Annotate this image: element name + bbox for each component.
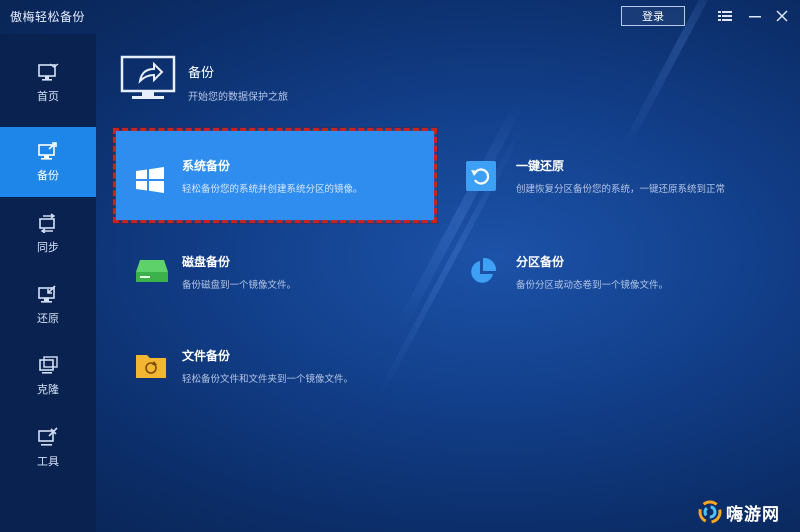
card-description: 备份磁盘到一个镜像文件。 bbox=[182, 280, 297, 291]
sidebar-item-tools[interactable]: 工具 bbox=[0, 413, 96, 483]
card-title: 系统备份 bbox=[182, 159, 231, 173]
disk-icon bbox=[136, 260, 168, 282]
backup-monitor-icon bbox=[120, 55, 176, 99]
card-title: 磁盘备份 bbox=[182, 255, 231, 269]
sidebar-item-label: 同步 bbox=[37, 241, 59, 254]
sidebar-item-label: 克隆 bbox=[37, 383, 59, 396]
close-icon[interactable] bbox=[773, 7, 791, 25]
sidebar-item-restore[interactable]: 还原 bbox=[0, 270, 96, 340]
card-description: 创建恢复分区备份您的系统，一键还原系统到正常 bbox=[516, 184, 726, 195]
sidebar-item-label: 还原 bbox=[37, 312, 59, 325]
card-title: 分区备份 bbox=[516, 255, 565, 269]
card-description: 备份分区或动态卷到一个镜像文件。 bbox=[516, 280, 669, 291]
clone-icon bbox=[39, 356, 58, 374]
sidebar-item-label: 工具 bbox=[37, 455, 59, 468]
partition-icon bbox=[471, 258, 496, 283]
backup-icon bbox=[38, 142, 57, 160]
tools-icon bbox=[38, 427, 58, 446]
card-description: 轻松备份文件和文件夹到一个镜像文件。 bbox=[182, 374, 354, 385]
menu-icon[interactable] bbox=[716, 7, 734, 25]
one-key-restore-icon bbox=[466, 161, 496, 191]
home-monitor-icon bbox=[38, 63, 59, 81]
minimize-icon[interactable] bbox=[746, 7, 764, 25]
restore-icon bbox=[38, 285, 56, 303]
windows-icon bbox=[136, 167, 164, 193]
card-partition-backup[interactable]: 分区备份 备份分区或动态卷到一个镜像文件。 bbox=[446, 228, 776, 314]
card-description: 轻松备份您的系统并创建系统分区的镜像。 bbox=[182, 184, 363, 195]
sync-icon bbox=[39, 213, 56, 233]
app-window: 傲梅轻松备份 登录 首页 备份 同步 还原 克隆 工具 备份 开始您的数据保护之… bbox=[0, 0, 800, 532]
watermark: 嗨游网 bbox=[698, 497, 780, 527]
title-bar: 傲梅轻松备份 登录 bbox=[0, 0, 800, 34]
watermark-logo-icon bbox=[698, 500, 722, 524]
card-title: 一键还原 bbox=[516, 159, 565, 173]
card-title: 文件备份 bbox=[182, 349, 231, 363]
watermark-text: 嗨游网 bbox=[726, 504, 780, 525]
card-system-backup[interactable]: 系统备份 轻松备份您的系统并创建系统分区的镜像。 bbox=[116, 131, 434, 220]
page-title: 备份 bbox=[188, 66, 215, 81]
app-title: 傲梅轻松备份 bbox=[10, 10, 86, 24]
card-one-key-restore[interactable]: 一键还原 创建恢复分区备份您的系统，一键还原系统到正常 bbox=[446, 131, 776, 220]
sidebar: 首页 备份 同步 还原 克隆 工具 bbox=[0, 34, 96, 532]
login-button[interactable]: 登录 bbox=[621, 6, 685, 26]
card-file-backup[interactable]: 文件备份 轻松备份文件和文件夹到一个镜像文件。 bbox=[116, 322, 776, 408]
sidebar-item-clone[interactable]: 克隆 bbox=[0, 341, 96, 411]
page-subtitle: 开始您的数据保护之旅 bbox=[188, 92, 288, 103]
sidebar-item-label: 备份 bbox=[37, 169, 59, 182]
sidebar-item-home[interactable]: 首页 bbox=[0, 48, 96, 118]
sidebar-item-backup[interactable]: 备份 bbox=[0, 127, 96, 197]
card-disk-backup[interactable]: 磁盘备份 备份磁盘到一个镜像文件。 bbox=[116, 228, 434, 314]
folder-icon bbox=[136, 355, 166, 378]
sidebar-item-label: 首页 bbox=[37, 90, 59, 103]
sidebar-item-sync[interactable]: 同步 bbox=[0, 199, 96, 269]
